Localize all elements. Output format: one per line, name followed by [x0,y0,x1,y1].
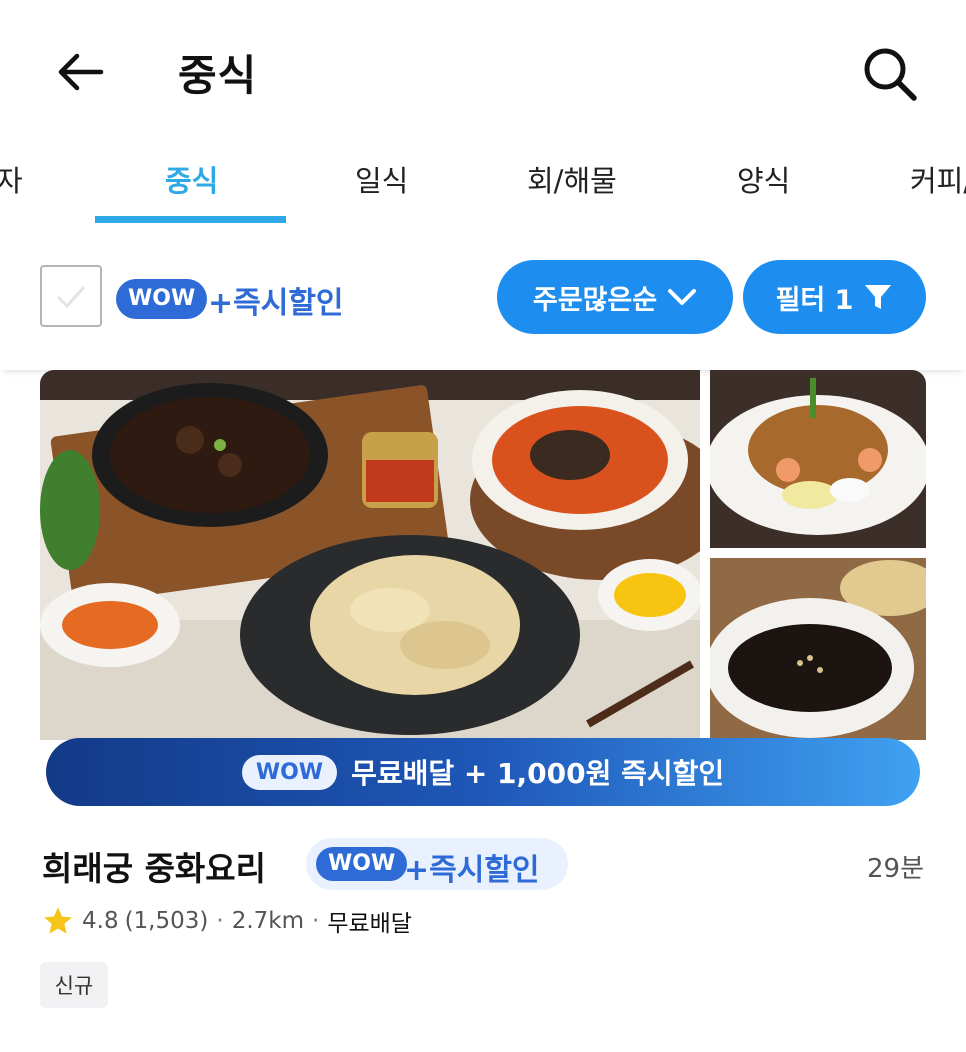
wow-badge: WOW [116,279,208,319]
sort-label: 주문많은순 [532,284,658,316]
filter-bar: WOW +즉시할인 주문많은순 필터 1 [0,226,966,370]
tab-partial-left[interactable]: 자 [0,158,23,200]
new-store-tag: 신규 [40,962,108,1008]
tab-western[interactable]: 양식 [737,158,790,200]
delivery-time: 29분 [866,854,924,884]
tab-coffee[interactable]: 커피/ [910,158,966,200]
store-photo-gallery[interactable]: WOW 무료배달 + 1,000원 즉시할인 [40,370,926,810]
instant-discount-label[interactable]: +즉시할인 [208,278,344,322]
rating-value: 4.8 [82,908,119,934]
store-wow-badge: WOW [316,847,408,881]
search-icon[interactable] [860,44,920,104]
distance: 2.7km [231,908,304,934]
filter-button[interactable]: 필터 1 [743,260,926,334]
back-arrow-icon[interactable] [55,48,107,96]
header: 중식 [0,0,966,140]
promo-text: 무료배달 + 1,000원 즉시할인 [351,757,725,790]
store-wow-discount-badge: WOW +즉시할인 [306,838,568,890]
active-tab-indicator [95,216,286,223]
separator-dot: · [216,908,224,934]
page-title: 중식 [178,51,258,100]
side-food-photo-2[interactable] [710,558,926,740]
chevron-down-icon [668,289,697,305]
funnel-icon [865,285,892,309]
wow-discount-checkbox[interactable] [40,265,102,327]
filter-label: 필터 1 [775,284,854,316]
tab-chinese[interactable]: 중식 [165,158,218,200]
promo-banner: WOW 무료배달 + 1,000원 즉시할인 [46,738,920,806]
review-count: (1,503) [124,908,209,934]
tab-seafood[interactable]: 회/해물 [527,158,617,200]
store-name[interactable]: 희래궁 중화요리 [42,842,266,890]
sort-dropdown-button[interactable]: 주문많은순 [497,260,733,334]
category-tabs: 자 중식 일식 회/해물 양식 커피/ [0,140,966,227]
promo-wow-badge: WOW [241,754,338,790]
tab-japanese[interactable]: 일식 [355,158,408,200]
store-discount-label: +즉시할인 [404,853,540,888]
store-meta-row: 4.8 (1,503) · 2.7km · 무료배달 [42,904,412,938]
check-icon [56,285,86,309]
star-icon [44,907,72,934]
separator-dot: · [312,908,320,934]
main-food-photo[interactable] [40,370,700,740]
delivery-fee-label: 무료배달 [327,911,412,937]
side-food-photo-1[interactable] [710,370,926,548]
